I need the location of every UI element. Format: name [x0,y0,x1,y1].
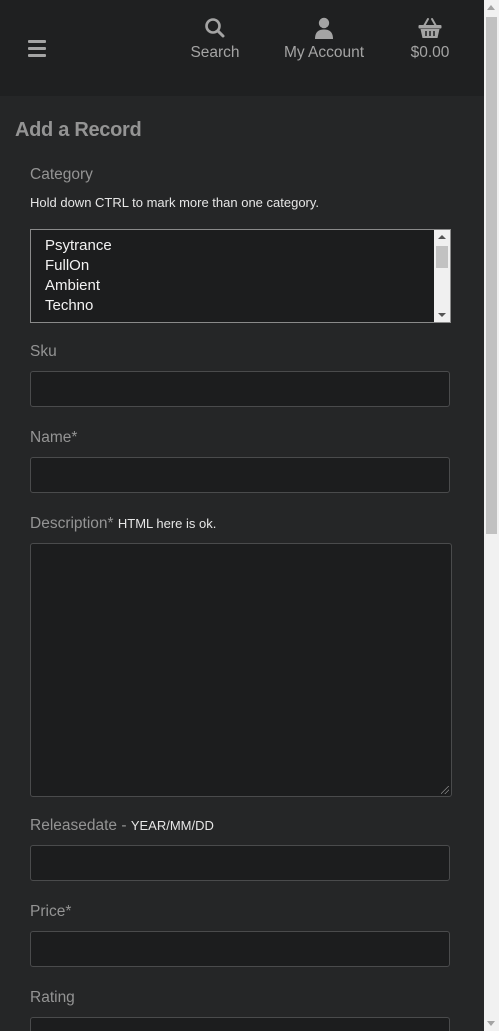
scroll-down-icon[interactable] [438,313,446,317]
description-label-row: Description* HTML here is ok. [30,515,216,533]
basket-icon [418,18,442,38]
nav-account-link[interactable]: My Account [279,16,369,62]
name-label: Name* [30,429,78,446]
page-scroll-thumb[interactable] [486,17,497,534]
category-hint: Hold down CTRL to mark more than one cat… [30,195,320,210]
category-option[interactable]: Techno [45,296,93,316]
sku-input[interactable] [30,371,450,407]
price-label: Price* [30,903,72,920]
resize-grip-icon[interactable] [441,786,449,794]
description-label: Description* [30,515,114,532]
hamburger-icon[interactable] [28,40,48,58]
rating-label: Rating [30,989,75,1006]
category-label: Category [30,166,93,183]
sku-label: Sku [30,343,57,360]
category-option[interactable]: FullOn [45,256,89,276]
category-select[interactable]: Psytrance FullOn Ambient Techno [30,229,451,323]
description-textarea[interactable] [30,543,452,797]
releasedate-input[interactable] [30,845,450,881]
description-hint: HTML here is ok. [117,516,217,531]
nav-account-label: My Account [283,44,365,61]
nav-cart-link[interactable]: $0.00 [405,16,455,62]
releasedate-hint: YEAR/MM/DD [130,818,214,833]
category-option[interactable]: Ambient [45,276,100,296]
nav-cart-total: $0.00 [410,44,450,61]
rating-input[interactable] [30,1017,450,1031]
nav-search-label: Search [190,44,240,61]
page-title: Add a Record [15,119,142,141]
category-option[interactable]: Psytrance [45,236,112,256]
category-scrollbar[interactable] [434,230,450,322]
scroll-down-icon[interactable] [487,1021,495,1026]
price-input[interactable] [30,931,450,967]
search-icon [205,18,225,38]
releasedate-label: Releasedate - [30,817,127,834]
user-icon [315,17,333,39]
top-header: Search My Account $0.00 [0,0,484,96]
releasedate-label-row: Releasedate - YEAR/MM/DD [30,817,214,835]
nav-search-link[interactable]: Search [189,16,241,62]
name-input[interactable] [30,457,450,493]
scroll-up-icon[interactable] [487,5,495,10]
scroll-up-icon[interactable] [438,235,446,239]
category-scroll-thumb[interactable] [436,246,448,268]
page-scrollbar[interactable] [484,0,499,1031]
